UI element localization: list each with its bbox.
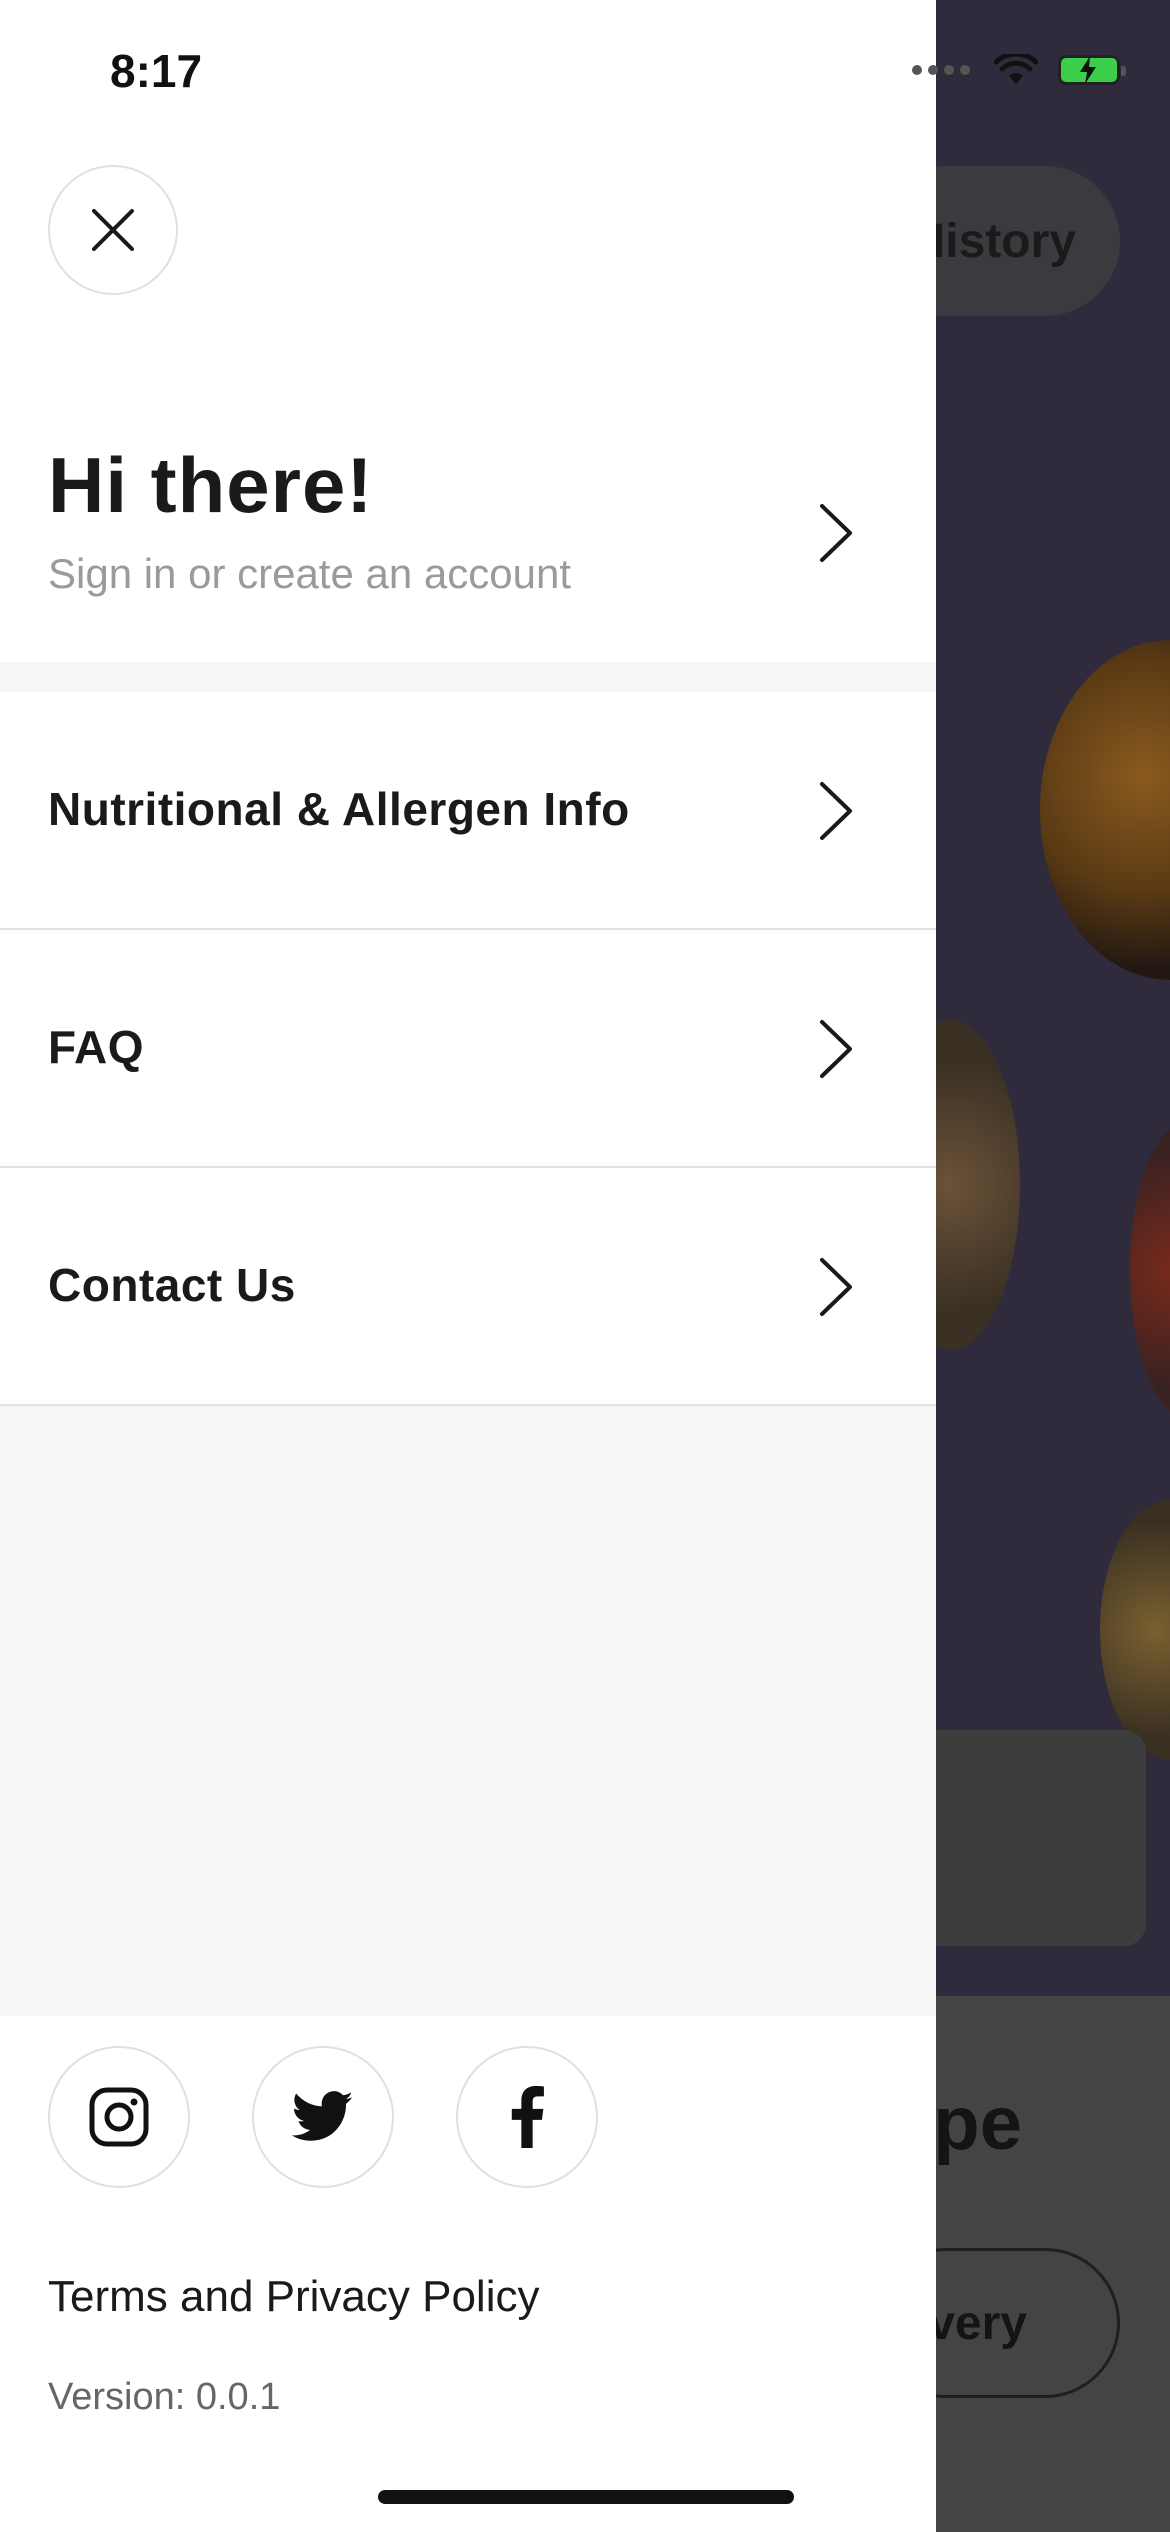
close-icon bbox=[92, 209, 134, 251]
charging-bolt-icon bbox=[1080, 56, 1096, 84]
food-image bbox=[1040, 640, 1170, 980]
drawer-footer: Terms and Privacy Policy Version: 0.0.1 bbox=[0, 2016, 936, 2532]
status-time: 8:17 bbox=[110, 45, 203, 97]
food-image bbox=[1130, 1120, 1170, 1420]
chevron-right-icon bbox=[820, 1258, 852, 1316]
close-button[interactable] bbox=[48, 165, 178, 295]
wifi-icon bbox=[994, 54, 1038, 84]
menu-item-label: FAQ bbox=[48, 1021, 145, 1073]
twitter-button[interactable] bbox=[252, 2046, 394, 2188]
greeting-title: Hi there! bbox=[48, 441, 374, 529]
background-panel-title: pe bbox=[933, 2081, 1022, 2166]
menu-item-contact-us[interactable]: Contact Us bbox=[0, 1168, 936, 1406]
version-label: Version: 0.0.1 bbox=[48, 2376, 281, 2418]
social-links bbox=[48, 2046, 598, 2188]
side-drawer: Hi there! Sign in or create an account N… bbox=[0, 0, 936, 2532]
menu-item-label: Contact Us bbox=[48, 1259, 296, 1311]
sign-in-subtitle: Sign in or create an account bbox=[48, 550, 571, 597]
facebook-icon bbox=[511, 2086, 544, 2148]
instagram-button[interactable] bbox=[48, 2046, 190, 2188]
menu-item-label: Nutritional & Allergen Info bbox=[48, 783, 630, 835]
terms-privacy-link[interactable]: Terms and Privacy Policy bbox=[48, 2272, 539, 2322]
drawer-header: Hi there! Sign in or create an account bbox=[0, 0, 936, 662]
facebook-button[interactable] bbox=[456, 2046, 598, 2188]
food-image bbox=[1100, 1500, 1170, 1760]
instagram-icon bbox=[89, 2087, 149, 2147]
battery-icon bbox=[1058, 55, 1126, 85]
twitter-icon bbox=[292, 2091, 353, 2141]
status-icons bbox=[912, 54, 1126, 86]
chevron-right-icon bbox=[820, 1020, 852, 1078]
menu-item-faq[interactable]: FAQ bbox=[0, 930, 936, 1168]
chevron-right-icon bbox=[820, 782, 852, 840]
home-indicator bbox=[378, 2490, 794, 2504]
sign-in-row[interactable]: Hi there! Sign in or create an account bbox=[0, 420, 936, 650]
chevron-right-icon bbox=[820, 504, 852, 562]
menu-item-nutritional-info[interactable]: Nutritional & Allergen Info bbox=[0, 692, 936, 930]
cellular-signal-icon bbox=[912, 65, 970, 75]
delivery-button-label: very bbox=[928, 2296, 1027, 2350]
screen: History pe very Hi there! Sign in or cre… bbox=[0, 0, 1170, 2532]
drawer-menu: Nutritional & Allergen Info FAQ Contact … bbox=[0, 692, 936, 1406]
